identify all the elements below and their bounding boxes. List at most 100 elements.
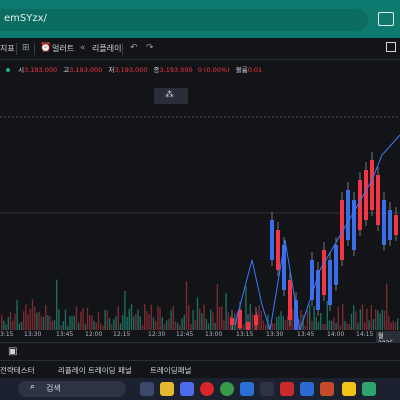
volume-bar xyxy=(130,304,133,330)
volume-bar xyxy=(146,311,148,330)
object-tree-button[interactable]: ⁂ xyxy=(154,88,188,104)
app-green-icon[interactable] xyxy=(362,382,376,396)
volume-bar xyxy=(185,281,188,330)
app-blue-icon[interactable] xyxy=(240,382,254,396)
undo-icon[interactable]: ↶ xyxy=(130,43,138,53)
volume-bar xyxy=(388,315,390,330)
volume-bar xyxy=(86,307,89,330)
time-tick: 12:45 xyxy=(176,331,194,338)
volume-bar xyxy=(196,297,199,330)
volume-bar xyxy=(42,316,45,330)
volume-bar xyxy=(392,320,394,330)
tab-trading-panel[interactable]: 트레이딩패널 xyxy=(150,365,191,376)
volume-bar xyxy=(207,323,210,330)
volume-bar xyxy=(20,321,23,330)
candle-body xyxy=(334,245,338,285)
volume-bar xyxy=(170,309,172,330)
time-tick: 13:45 xyxy=(297,331,315,338)
volume-bar xyxy=(370,305,372,330)
app-red-b-icon[interactable] xyxy=(280,382,294,396)
bottom-toolbar: ▣ xyxy=(0,342,400,360)
volume-bar xyxy=(280,311,282,330)
candle-body xyxy=(246,322,250,330)
replay-icon: « xyxy=(80,43,86,53)
volume-bar xyxy=(335,323,337,330)
volume-bar xyxy=(95,322,97,330)
volume-bar xyxy=(262,320,265,330)
volume-bar xyxy=(7,316,9,330)
toolbar-divider xyxy=(122,43,123,55)
volume-bar xyxy=(150,304,152,330)
chart-toolbar: 지표 ⊞ ⏰ 얼러트 « 리플레이 ↶ ↷ xyxy=(0,38,400,60)
volume-bar xyxy=(361,304,364,330)
volume-bar xyxy=(18,323,20,330)
tab-strategy-tester[interactable]: 전략테스터 xyxy=(0,365,35,376)
volume-bar xyxy=(381,309,383,330)
volume-bar xyxy=(78,322,80,330)
volume-bars xyxy=(1,279,399,330)
volume-bar xyxy=(93,320,95,330)
redo-icon[interactable]: ↷ xyxy=(146,43,154,53)
indicators-button[interactable]: 지표 xyxy=(0,43,15,54)
volume-bar xyxy=(168,318,170,330)
app-orange-icon[interactable] xyxy=(320,382,334,396)
volume-bar xyxy=(344,321,346,330)
volume-bar xyxy=(276,316,278,330)
volume-bar xyxy=(357,323,359,330)
app-red-icon[interactable] xyxy=(200,382,214,396)
alert-button[interactable]: 얼러트 xyxy=(52,43,74,54)
volume-bar xyxy=(174,321,177,330)
volume-bar xyxy=(214,322,216,330)
volume-bar xyxy=(152,317,155,330)
volume-bar xyxy=(172,306,174,330)
volume-bar xyxy=(192,310,194,330)
volume-bar xyxy=(271,322,273,330)
volume-bar xyxy=(108,318,111,330)
templates-icon[interactable]: ⊞ xyxy=(22,43,30,53)
volume-bar xyxy=(75,306,78,330)
fullscreen-icon[interactable] xyxy=(386,42,396,52)
time-tick: 13:15 xyxy=(236,331,254,338)
volume-bar xyxy=(16,299,18,330)
volume-bar xyxy=(210,309,212,330)
volume-bar xyxy=(104,309,106,330)
volume-bar xyxy=(73,315,75,330)
app-blue-b-icon[interactable] xyxy=(300,382,314,396)
file-explorer-icon[interactable] xyxy=(160,382,174,396)
volume-bar xyxy=(386,283,388,330)
candle-body xyxy=(364,170,368,220)
chrome-icon[interactable] xyxy=(220,382,234,396)
teams-icon[interactable] xyxy=(180,382,194,396)
tab-replay-trading-panel[interactable]: 리플레이 트레이딩 패널 xyxy=(58,365,132,376)
volume-bar xyxy=(320,313,322,330)
task-view-icon[interactable] xyxy=(140,382,154,396)
volume-bar xyxy=(56,279,58,330)
window-restore-icon[interactable] xyxy=(378,12,394,26)
volume-bar xyxy=(38,311,40,330)
candle-body xyxy=(388,210,392,240)
volume-bar xyxy=(183,315,185,330)
volume-bar xyxy=(177,323,179,330)
candle-body xyxy=(352,200,356,250)
volume-bar xyxy=(278,315,280,330)
volume-bar xyxy=(80,311,82,330)
volume-bar xyxy=(282,315,284,330)
volume-bar xyxy=(346,323,348,330)
volume-bar xyxy=(69,316,71,330)
go-to-date-icon[interactable]: ▣ xyxy=(8,346,17,357)
alert-clock-icon: ⏰ xyxy=(40,43,52,53)
time-tick: 14:00 xyxy=(327,331,345,338)
volume-bar xyxy=(397,318,399,330)
volume-bar xyxy=(3,320,5,330)
candle-body xyxy=(254,315,258,325)
replay-button[interactable]: 리플레이 xyxy=(92,43,121,54)
volume-bar xyxy=(31,299,34,330)
volume-bar xyxy=(225,293,227,330)
taskbar-search[interactable]: ⌕ 검색 xyxy=(18,381,126,397)
address-bar[interactable]: emSYzx/ xyxy=(0,9,368,31)
price-chart[interactable] xyxy=(0,60,400,330)
kakaotalk-icon[interactable] xyxy=(342,382,356,396)
volume-bar xyxy=(82,307,84,330)
app-icon[interactable] xyxy=(260,382,274,396)
time-tick: 13:00 xyxy=(205,331,223,338)
